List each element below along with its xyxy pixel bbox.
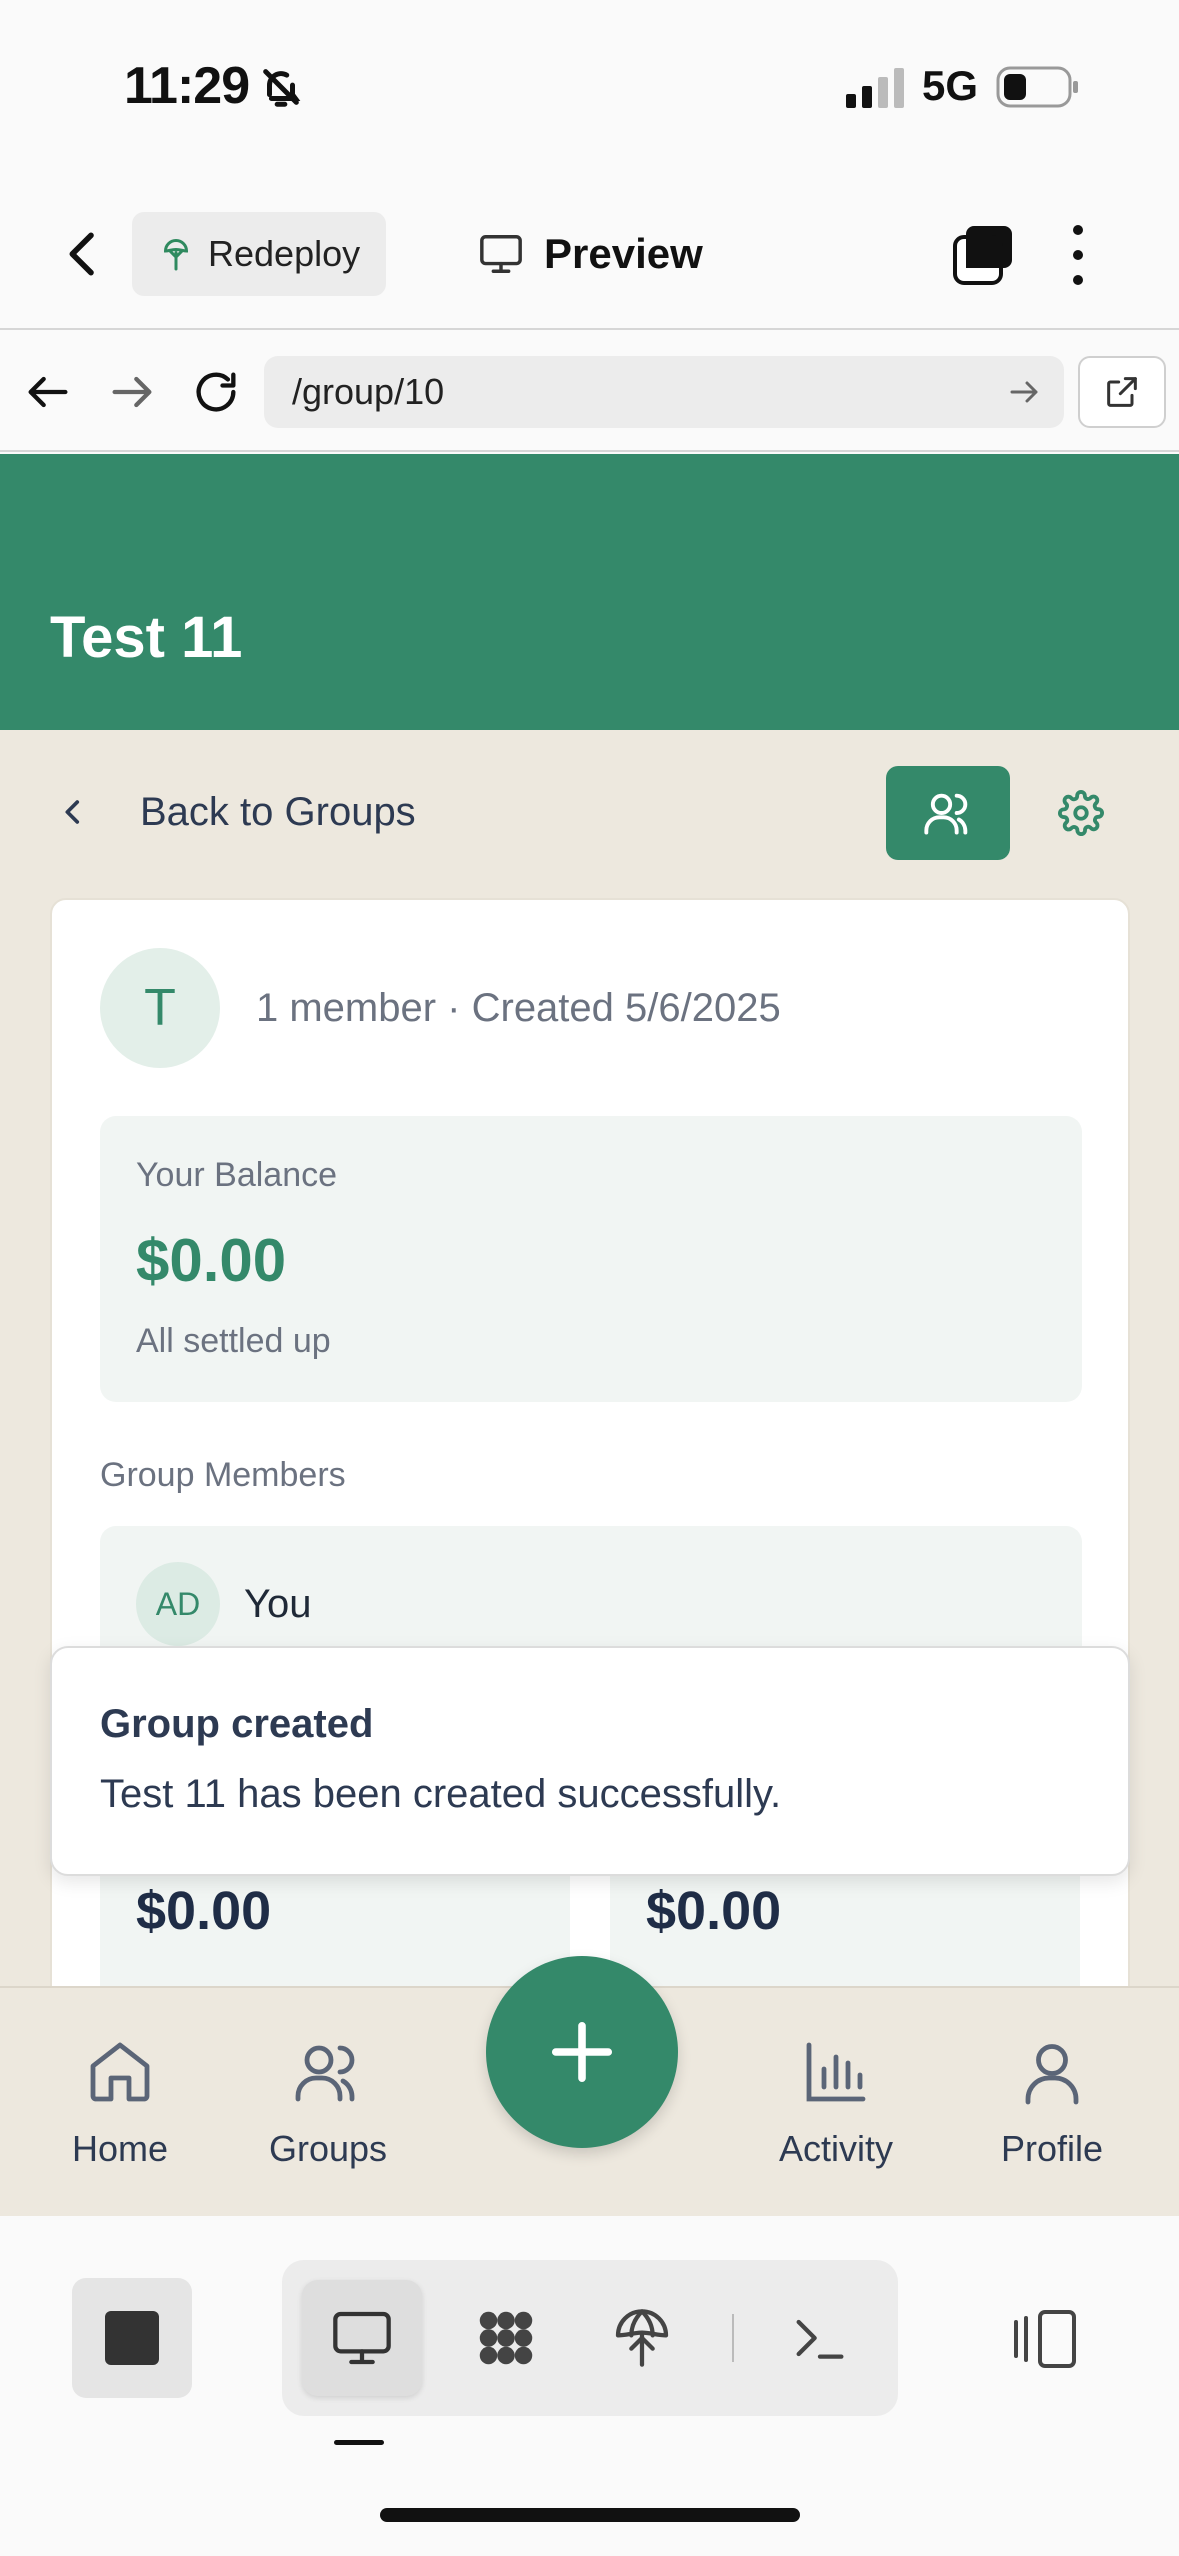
toast-notification[interactable]: Group created Test 11 has been created s… [50,1646,1130,1876]
nav-groups-label: Groups [268,2128,388,2169]
more-vertical-icon[interactable] [1066,220,1090,290]
redeploy-button[interactable]: Redeploy [132,212,386,296]
reload-icon[interactable] [190,366,242,418]
deploy-icon [615,2309,669,2367]
signal-icon [846,68,904,108]
monitor-icon [333,2311,391,2365]
go-arrow-icon[interactable] [1006,374,1042,410]
redeploy-label: Redeploy [208,233,361,274]
tab-agent[interactable] [446,2280,566,2396]
url-input[interactable]: /group/10 [264,356,1064,428]
app-header: Redeploy Preview [0,190,1179,330]
stat-amount: $0.00 [136,1881,272,1941]
external-link-icon [1107,377,1137,407]
back-to-groups-label: Back to Groups [140,789,416,834]
tree-icon [163,238,189,271]
network-type: 5G [922,62,979,109]
balance-amount: $0.00 [136,1227,287,1294]
status-bar: 11:29 5G [0,0,1179,170]
group-banner: Test 11 [0,454,1179,730]
group-meta: 1 member · Created 5/6/2025 [256,986,781,1030]
nav-profile-label: Profile [1000,2128,1104,2169]
toast-message: Test 11 has been created successfully. [100,1772,782,1816]
nav-activity-label: Activity [778,2128,893,2169]
bar-chart-icon [806,2042,866,2102]
home-indicator [380,2508,800,2522]
active-tab-indicator [334,2440,384,2445]
ide-toolbar [0,2216,1179,2556]
preview-label: Preview [544,230,703,277]
page-title: Test 11 [50,605,243,670]
nav-groups[interactable]: Groups [238,2036,418,2170]
nav-profile[interactable]: Profile [962,2036,1142,2170]
bell-muted-icon [263,69,301,107]
nav-home-label: Home [71,2128,169,2169]
tab-preview[interactable] [302,2280,422,2396]
users-icon [924,793,968,835]
members-button[interactable] [886,766,1010,860]
avatar: AD [136,1562,220,1646]
stat-amount: $0.00 [646,1881,782,1941]
balance-label: Your Balance [136,1156,338,1194]
open-external-button[interactable] [1078,356,1166,428]
back-arrow-icon[interactable] [56,226,112,282]
terminal-icon [796,2319,844,2359]
preview-tab[interactable]: Preview [478,222,703,286]
stop-icon [105,2311,159,2365]
back-to-groups-link[interactable]: Back to Groups [56,782,416,842]
browser-forward-icon[interactable] [106,366,158,418]
nav-home[interactable]: Home [30,2036,210,2170]
stop-button[interactable] [72,2278,192,2398]
balance-box: Your Balance $0.00 All settled up [100,1116,1082,1402]
browser-bar: /group/10 [0,332,1179,452]
member-name: You [244,1582,312,1626]
group-avatar: T [100,948,220,1068]
status-time: 11:29 [124,57,250,115]
members-heading: Group Members [100,1456,346,1494]
tab-shell[interactable] [760,2280,880,2396]
balance-status: All settled up [136,1322,331,1360]
plus-icon [551,2021,613,2083]
browser-back-icon[interactable] [22,366,74,418]
monitor-icon [480,235,522,273]
url-text: /group/10 [292,371,445,412]
tab-deploy[interactable] [582,2280,702,2396]
toast-title: Group created [100,1702,374,1746]
panel-layout-icon[interactable] [1010,2306,1080,2372]
battery-icon [996,66,1078,108]
agent-icon [479,2311,533,2365]
chevron-left-icon [65,800,80,824]
add-button[interactable] [486,1956,678,2148]
ide-tab-group [282,2260,898,2416]
tabs-stack-icon[interactable] [952,224,1014,286]
divider [732,2314,734,2362]
users-icon [295,2045,355,2102]
home-icon [90,2042,150,2102]
gear-icon[interactable] [1058,790,1104,836]
nav-activity[interactable]: Activity [746,2036,926,2170]
user-icon [1025,2044,1079,2105]
